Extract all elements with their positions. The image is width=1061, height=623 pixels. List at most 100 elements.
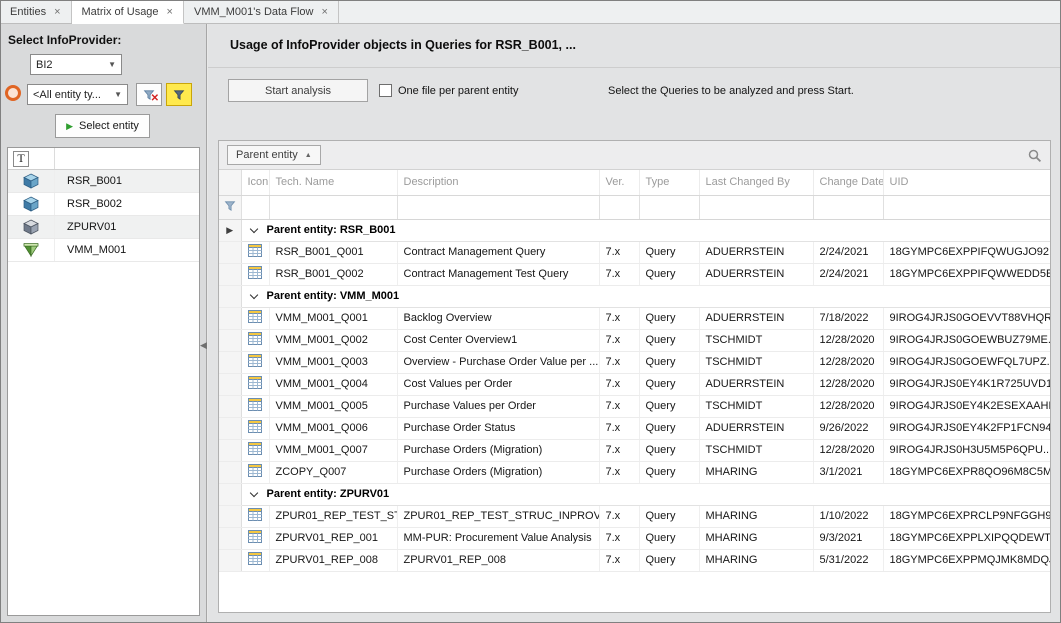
title-separator: [208, 67, 1061, 68]
entity-type-dropdown[interactable]: <All entity ty... ▼: [27, 84, 128, 105]
infocube-icon: [8, 193, 55, 215]
chevron-down-icon: ▼: [110, 90, 122, 99]
cell-ver: 7.x: [599, 263, 639, 285]
cell-uid: 18GYMPC6EXPPIFQWUGJO92...: [883, 241, 1050, 263]
close-icon[interactable]: ×: [54, 6, 60, 18]
cell-uid: 18GYMPC6EXPPLXIPQQDEWTI...: [883, 527, 1050, 549]
cell-last-changed-by: ADUERRSTEIN: [699, 417, 813, 439]
clear-filter-button[interactable]: ✕: [136, 83, 162, 106]
row-indicator-header: [219, 170, 241, 195]
table-row[interactable]: VMM_M001_Q001 Backlog Overview 7.x Query…: [219, 307, 1050, 329]
table-row[interactable]: ZCOPY_Q007 Purchase Orders (Migration) 7…: [219, 461, 1050, 483]
column-header-change-date[interactable]: Change Date: [813, 170, 883, 195]
filter-cell[interactable]: [813, 195, 883, 219]
edit-filter-button[interactable]: [166, 83, 192, 106]
filter-cell[interactable]: [599, 195, 639, 219]
collapse-sidebar-arrow-icon[interactable]: ◀: [200, 340, 207, 351]
connection-status-icon: [5, 85, 21, 101]
filter-cell[interactable]: [883, 195, 1050, 219]
filter-cell[interactable]: [241, 195, 269, 219]
chevron-down-icon[interactable]: [249, 291, 257, 299]
chevron-down-icon[interactable]: [249, 225, 257, 233]
cell-ver: 7.x: [599, 395, 639, 417]
group-row[interactable]: Parent entity: VMM_M001: [219, 285, 1050, 307]
table-row[interactable]: VMM_M001_Q003 Overview - Purchase Order …: [219, 351, 1050, 373]
cell-type: Query: [639, 351, 699, 373]
column-header-ver[interactable]: Ver.: [599, 170, 639, 195]
cell-tech-name: ZPUR01_REP_TEST_ST...: [269, 505, 397, 527]
page-title: Usage of InfoProvider objects in Queries…: [230, 24, 576, 66]
group-label: Parent entity: VMM_M001: [267, 290, 400, 302]
column-header-tech-name[interactable]: Tech. Name: [269, 170, 397, 195]
table-row[interactable]: VMM_M001_Q005 Purchase Values per Order …: [219, 395, 1050, 417]
cell-last-changed-by: TSCHMIDT: [699, 351, 813, 373]
cell-tech-name: ZPURV01_REP_008: [269, 549, 397, 571]
chevron-down-icon[interactable]: [249, 489, 257, 497]
cell-ver: 7.x: [599, 373, 639, 395]
cell-ver: 7.x: [599, 329, 639, 351]
entity-row[interactable]: RSR_B002: [8, 193, 199, 216]
tab-data-flow[interactable]: VMM_M001's Data Flow ×: [184, 0, 339, 23]
table-row[interactable]: ZPUR01_REP_TEST_ST... ZPUR01_REP_TEST_ST…: [219, 505, 1050, 527]
entity-name: RSR_B001: [55, 175, 122, 187]
entity-row[interactable]: VMM_M001: [8, 239, 199, 262]
cell-ver: 7.x: [599, 505, 639, 527]
cell-description: Cost Center Overview1: [397, 329, 599, 351]
table-row[interactable]: VMM_M001_Q004 Cost Values per Order 7.x …: [219, 373, 1050, 395]
entity-row[interactable]: RSR_B001: [8, 170, 199, 193]
close-icon[interactable]: ×: [321, 6, 327, 18]
sort-asc-icon: ▲: [305, 152, 312, 159]
cell-change-date: 12/28/2020: [813, 351, 883, 373]
close-icon[interactable]: ×: [167, 6, 173, 18]
filter-cell[interactable]: [699, 195, 813, 219]
cell-ver: 7.x: [599, 417, 639, 439]
column-header-description[interactable]: Description: [397, 170, 599, 195]
cell-description: ZPURV01_REP_008: [397, 549, 599, 571]
cell-uid: 9IROG4JRJS0EY4K2FP1FCN94C: [883, 417, 1050, 439]
column-header-last-changed-by[interactable]: Last Changed By: [699, 170, 813, 195]
filter-cell[interactable]: [397, 195, 599, 219]
table-row[interactable]: VMM_M001_Q002 Cost Center Overview1 7.x …: [219, 329, 1050, 351]
entity-row[interactable]: ZPURV01: [8, 216, 199, 239]
table-row[interactable]: RSR_B001_Q002 Contract Management Test Q…: [219, 263, 1050, 285]
table-row[interactable]: ZPURV01_REP_001 MM-PUR: Procurement Valu…: [219, 527, 1050, 549]
entity-name: VMM_M001: [55, 244, 126, 256]
cell-uid: 9IROG4JRJS0EY4K2ESEXAAHNV: [883, 395, 1050, 417]
cell-description: Purchase Orders (Migration): [397, 439, 599, 461]
clear-x-icon: ✕: [151, 94, 159, 104]
entity-list-header[interactable]: T: [8, 148, 199, 170]
system-dropdown[interactable]: BI2 ▼: [30, 54, 122, 75]
filter-cell[interactable]: [269, 195, 397, 219]
column-header-type[interactable]: Type: [639, 170, 699, 195]
search-icon[interactable]: [1027, 148, 1043, 164]
column-header-uid[interactable]: UID: [883, 170, 1050, 195]
one-file-checkbox[interactable]: [379, 84, 392, 97]
filter-cell[interactable]: [639, 195, 699, 219]
text-filter-icon[interactable]: T: [13, 151, 29, 167]
select-entity-button[interactable]: ▶ Select entity: [55, 114, 150, 138]
tab-bar: Entities × Matrix of Usage × VMM_M001's …: [0, 0, 1061, 24]
table-row[interactable]: VMM_M001_Q006 Purchase Order Status 7.x …: [219, 417, 1050, 439]
table-row[interactable]: RSR_B001_Q001 Contract Management Query …: [219, 241, 1050, 263]
tab-matrix-of-usage[interactable]: Matrix of Usage ×: [72, 0, 184, 24]
hint-text: Select the Queries to be analyzed and pr…: [608, 85, 854, 97]
tab-label: Entities: [10, 6, 46, 18]
tab-entities[interactable]: Entities ×: [0, 0, 72, 23]
cell-description: Purchase Orders (Migration): [397, 461, 599, 483]
group-row[interactable]: Parent entity: ZPURV01: [219, 483, 1050, 505]
play-icon: ▶: [66, 121, 73, 132]
filter-row: [219, 195, 1050, 219]
group-by-panel: Parent entity ▲: [219, 141, 1050, 170]
query-icon: [248, 244, 262, 257]
table-row[interactable]: VMM_M001_Q007 Purchase Orders (Migration…: [219, 439, 1050, 461]
group-row[interactable]: ▶ Parent entity: RSR_B001: [219, 219, 1050, 241]
cell-last-changed-by: TSCHMIDT: [699, 395, 813, 417]
cell-tech-name: RSR_B001_Q002: [269, 263, 397, 285]
table-row[interactable]: ZPURV01_REP_008 ZPURV01_REP_008 7.x Quer…: [219, 549, 1050, 571]
cell-description: Purchase Order Status: [397, 417, 599, 439]
cell-ver: 7.x: [599, 527, 639, 549]
group-by-chip[interactable]: Parent entity ▲: [227, 145, 321, 165]
cell-change-date: 1/10/2022: [813, 505, 883, 527]
start-analysis-button[interactable]: Start analysis: [228, 79, 368, 102]
column-header-icon[interactable]: Icon: [241, 170, 269, 195]
